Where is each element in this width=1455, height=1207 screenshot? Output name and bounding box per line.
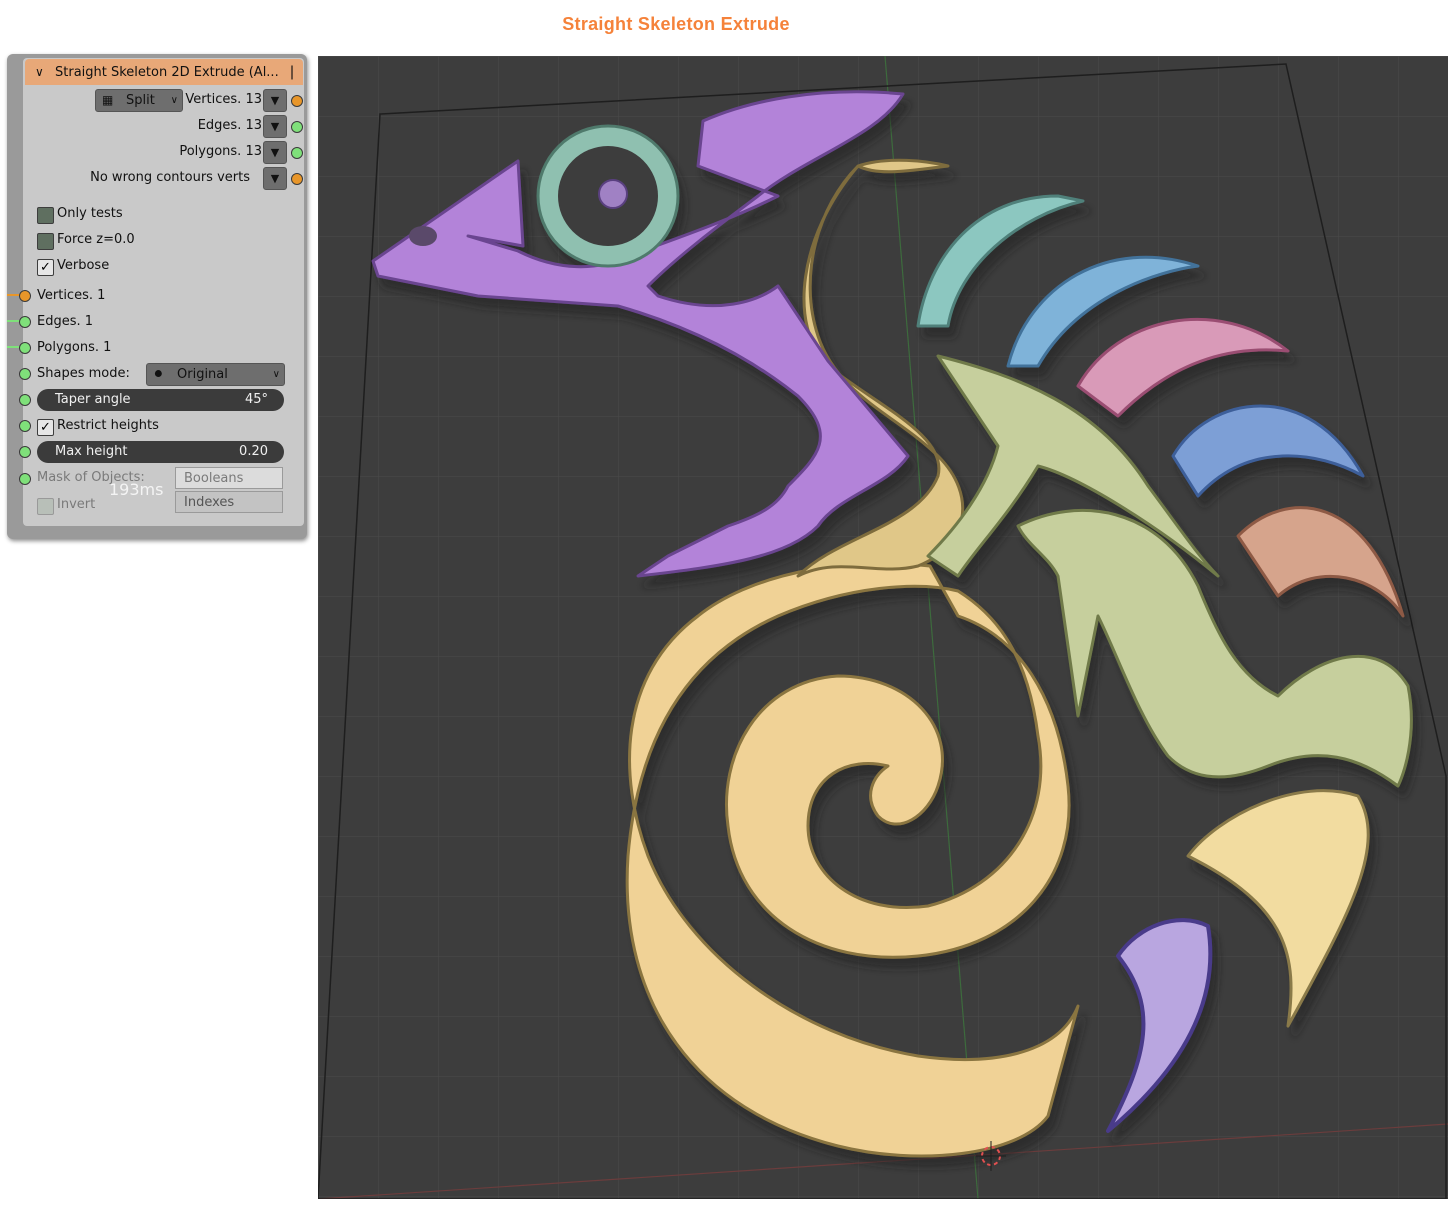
input-edges-socket[interactable] bbox=[19, 316, 31, 328]
node-header[interactable]: ∨ Straight Skeleton 2D Extrude (Al... ❘ bbox=[25, 59, 303, 85]
output-polygons-dropdown[interactable]: ▼ bbox=[263, 141, 287, 164]
verbose-checkbox[interactable]: ✓ bbox=[37, 259, 54, 276]
restrict-heights-socket[interactable] bbox=[19, 420, 31, 432]
output-wrong-contours-socket[interactable] bbox=[291, 173, 303, 185]
collapse-chevron-icon[interactable]: ∨ bbox=[35, 65, 47, 79]
output-vertices-socket[interactable] bbox=[291, 95, 303, 107]
shapes-mode-value: Original bbox=[177, 367, 228, 382]
only-tests-label: Only tests bbox=[57, 206, 123, 221]
output-edges-dropdown[interactable]: ▼ bbox=[263, 115, 287, 138]
input-polygons-socket[interactable] bbox=[19, 342, 31, 354]
taper-angle-label: Taper angle bbox=[55, 392, 131, 407]
verbose-label: Verbose bbox=[57, 258, 110, 273]
node-tag-icon[interactable]: ❘ bbox=[281, 64, 303, 80]
film-reel-icon: ⚫ bbox=[152, 365, 165, 383]
checkmark-icon: ✓ bbox=[40, 260, 51, 275]
mask-booleans-option[interactable]: Booleans bbox=[175, 467, 283, 489]
input-vertices-label: Vertices. 1 bbox=[37, 288, 106, 303]
output-edges-socket[interactable] bbox=[291, 121, 303, 133]
timing-label: 193ms bbox=[109, 480, 164, 499]
mask-indexes-option[interactable]: Indexes bbox=[175, 491, 283, 513]
input-vertices-socket[interactable] bbox=[19, 290, 31, 302]
chevron-down-icon: ∨ bbox=[272, 369, 280, 380]
restrict-heights-checkbox[interactable]: ✓ bbox=[37, 419, 54, 436]
output-wrong-contours-dropdown[interactable]: ▼ bbox=[263, 167, 287, 190]
force-z-label: Force z=0.0 bbox=[57, 232, 135, 247]
output-polygons-label: Polygons. 13 bbox=[179, 144, 262, 159]
eye-pupil bbox=[598, 179, 628, 209]
input-edges-label: Edges. 1 bbox=[37, 314, 94, 329]
output-vertices-dropdown[interactable]: ▼ bbox=[263, 89, 287, 112]
output-wrong-contours-label: No wrong contours verts bbox=[90, 170, 250, 185]
split-grid-icon: ▦ bbox=[102, 93, 114, 107]
max-height-slider[interactable]: Max height 0.20 bbox=[37, 441, 284, 463]
invert-checkbox[interactable] bbox=[37, 498, 54, 515]
max-height-socket[interactable] bbox=[19, 446, 31, 458]
mask-socket[interactable] bbox=[19, 473, 31, 485]
3d-viewport[interactable] bbox=[318, 56, 1448, 1199]
nostril-hole bbox=[409, 226, 437, 246]
output-polygons-socket[interactable] bbox=[291, 147, 303, 159]
input-polygons-label: Polygons. 1 bbox=[37, 340, 112, 355]
taper-angle-slider[interactable]: Taper angle 45° bbox=[37, 389, 284, 411]
restrict-heights-label: Restrict heights bbox=[57, 418, 159, 433]
taper-angle-socket[interactable] bbox=[19, 394, 31, 406]
taper-angle-value: 45° bbox=[244, 392, 268, 407]
viewport-render bbox=[318, 56, 1448, 1199]
output-edges-label: Edges. 13 bbox=[197, 118, 262, 133]
node-title: Straight Skeleton 2D Extrude (Al... bbox=[55, 64, 279, 80]
page-title: Straight Skeleton Extrude bbox=[562, 14, 790, 34]
only-tests-checkbox[interactable] bbox=[37, 207, 54, 224]
output-vertices-label: Vertices. 13 bbox=[185, 92, 262, 107]
force-z-checkbox[interactable] bbox=[37, 233, 54, 250]
shapes-mode-select[interactable]: ⚫ Original ∨ bbox=[146, 363, 285, 386]
max-height-value: 0.20 bbox=[239, 444, 268, 459]
invert-label: Invert bbox=[57, 497, 96, 512]
shapes-mode-socket[interactable] bbox=[19, 368, 31, 380]
max-height-label: Max height bbox=[55, 444, 128, 459]
checkmark-icon: ✓ bbox=[40, 420, 51, 435]
shapes-mode-label: Shapes mode: bbox=[37, 366, 130, 381]
